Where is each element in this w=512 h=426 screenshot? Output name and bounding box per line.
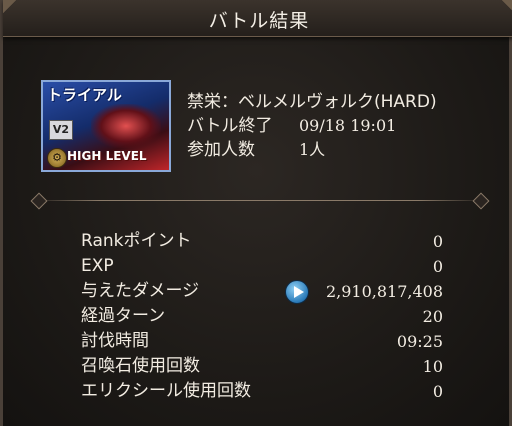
damage-detail-play-button[interactable] bbox=[285, 280, 309, 304]
participants-row: 参加人数 1人 bbox=[187, 138, 437, 162]
result-row: 召喚石使用回数 10 bbox=[81, 354, 443, 379]
battle-end-value: 09/18 19:01 bbox=[299, 116, 397, 135]
participants-value: 1人 bbox=[299, 140, 326, 159]
result-value: 20 bbox=[422, 307, 443, 326]
result-value: 10 bbox=[422, 357, 443, 376]
result-row: 討伐時間 09:25 bbox=[81, 329, 443, 354]
banner-level-label: HIGH LEVEL bbox=[67, 149, 147, 163]
result-label: 討伐時間 bbox=[81, 331, 149, 351]
header-bar: バトル結果 bbox=[3, 0, 512, 37]
section-divider bbox=[31, 200, 487, 201]
divider-ornament bbox=[472, 192, 490, 210]
result-value: 2,910,817,408 bbox=[325, 282, 443, 301]
banner-version-badge: V2 bbox=[49, 120, 73, 140]
battle-end-label: バトル終了 bbox=[187, 116, 273, 136]
result-value: 0 bbox=[432, 382, 443, 401]
participants-label: 参加人数 bbox=[187, 140, 255, 160]
quest-banner-image: トライアル V2 ⚙ HIGH LEVEL bbox=[41, 80, 171, 172]
result-label: 召喚石使用回数 bbox=[81, 356, 200, 376]
difficulty-emblem-icon: ⚙ bbox=[47, 148, 67, 168]
result-row: 与えたダメージ 2,910,817,408 bbox=[81, 279, 443, 304]
boss-art bbox=[91, 104, 161, 148]
result-label: EXP bbox=[81, 256, 114, 276]
result-row: 経過ターン 20 bbox=[81, 304, 443, 329]
result-row: エリクシール使用回数 0 bbox=[81, 379, 443, 404]
result-value: 0 bbox=[432, 232, 443, 251]
result-label: エリクシール使用回数 bbox=[81, 381, 251, 401]
result-value: 0 bbox=[432, 257, 443, 276]
divider-ornament bbox=[30, 192, 48, 210]
result-label: 与えたダメージ bbox=[81, 281, 200, 301]
battle-end-row: バトル終了 09/18 19:01 bbox=[187, 114, 437, 138]
result-label: Rankポイント bbox=[81, 231, 192, 251]
banner-trial-label: トライアル bbox=[47, 86, 122, 104]
result-row: Rankポイント 0 bbox=[81, 229, 443, 254]
result-label: 経過ターン bbox=[81, 306, 166, 326]
result-panel: バトル結果 トライアル V2 ⚙ HIGH LEVEL 禁栄：ベルメルヴォルク(… bbox=[0, 0, 512, 426]
page-title: バトル結果 bbox=[208, 10, 310, 32]
results-list: Rankポイント 0 EXP 0 与えたダメージ 2,910,817,408 経… bbox=[81, 229, 443, 404]
quest-name: 禁栄：ベルメルヴォルク(HARD) bbox=[187, 92, 437, 112]
result-row: EXP 0 bbox=[81, 254, 443, 279]
quest-info: 禁栄：ベルメルヴォルク(HARD) バトル終了 09/18 19:01 参加人数… bbox=[187, 90, 437, 162]
header-corner-ornament bbox=[485, 0, 512, 36]
result-value: 09:25 bbox=[396, 332, 443, 351]
